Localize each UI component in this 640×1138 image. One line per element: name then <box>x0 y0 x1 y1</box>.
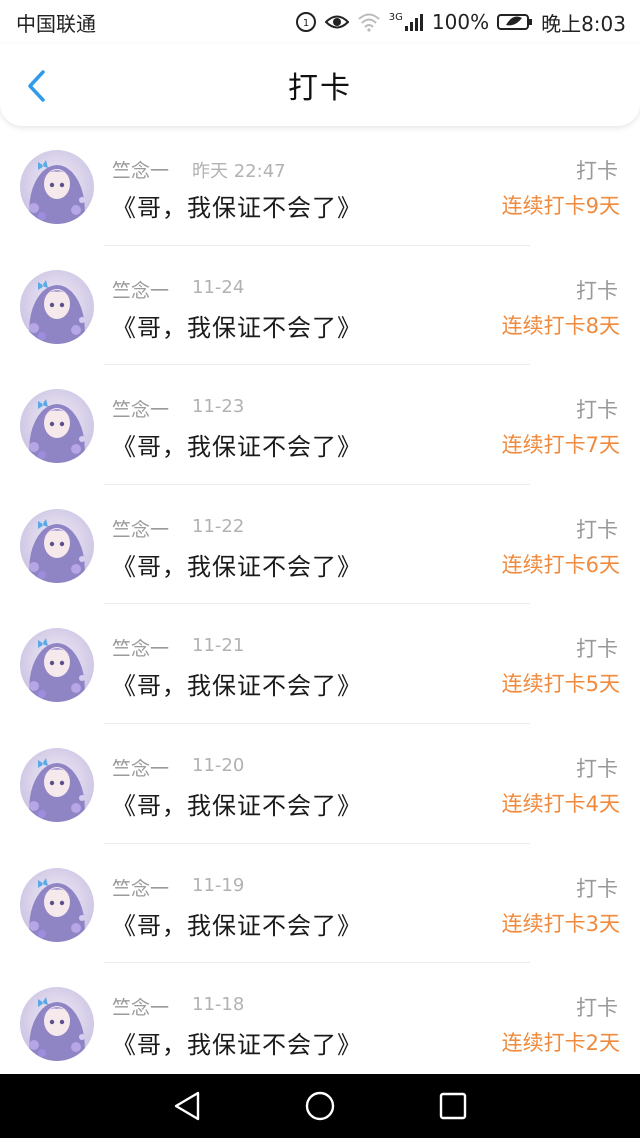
avatar[interactable] <box>20 628 94 703</box>
checkin-time: 11-19 <box>192 874 245 896</box>
network-label: 3G <box>388 12 403 23</box>
avatar[interactable] <box>20 389 94 464</box>
back-button[interactable] <box>18 66 54 106</box>
checkin-row[interactable]: 竺念一 11-24 《哥，我保证不会了》 打卡 连续打卡8天 <box>0 246 640 366</box>
checkin-tag: 打卡 <box>576 996 618 1021</box>
checkin-content: 《哥，我保证不会了》 <box>112 313 362 342</box>
checkin-tag: 打卡 <box>576 876 618 901</box>
avatar[interactable] <box>20 867 94 942</box>
user-name: 竺念一 <box>112 160 170 182</box>
checkin-content: 《哥，我保证不会了》 <box>112 791 362 820</box>
system-recents-button[interactable] <box>433 1086 473 1126</box>
data-saver-icon: 1 <box>295 11 317 33</box>
checkin-tag: 打卡 <box>576 398 618 423</box>
checkin-tag: 打卡 <box>576 278 618 303</box>
checkin-time: 11-24 <box>192 276 245 298</box>
top-nav-bar: 打卡 <box>0 44 640 126</box>
avatar[interactable] <box>20 747 94 822</box>
checkin-time: 11-23 <box>192 396 245 418</box>
status-icons: 1 3G 100% 晚上8:03 <box>295 8 626 37</box>
user-name: 竺念一 <box>112 757 170 780</box>
checkin-content: 《哥，我保证不会了》 <box>112 911 362 940</box>
checkin-time: 11-18 <box>192 994 245 1016</box>
streak-label: 连续打卡2天 <box>501 1031 620 1056</box>
system-nav-bar <box>0 1074 640 1138</box>
user-name: 竺念一 <box>112 279 170 302</box>
checkin-tag: 打卡 <box>576 756 618 781</box>
checkin-tag: 打卡 <box>576 159 618 183</box>
system-home-button[interactable] <box>300 1086 340 1126</box>
streak-label: 连续打卡8天 <box>501 313 620 338</box>
user-name: 竺念一 <box>112 399 170 422</box>
carrier-label: 中国联通 <box>16 11 96 36</box>
checkin-row[interactable]: 竺念一 11-18 《哥，我保证不会了》 打卡 连续打卡2天 <box>0 963 640 1083</box>
checkin-tag: 打卡 <box>576 637 618 662</box>
wifi-icon <box>357 12 381 32</box>
avatar[interactable] <box>20 987 94 1062</box>
checkin-time: 昨天 22:47 <box>192 161 286 182</box>
user-name: 竺念一 <box>112 638 170 661</box>
checkin-row[interactable]: 竺念一 11-23 《哥，我保证不会了》 打卡 连续打卡7天 <box>0 365 640 485</box>
status-bar: 中国联通 1 3G 100% 晚上8:03 <box>0 0 640 44</box>
checkin-row[interactable]: 竺念一 11-20 《哥，我保证不会了》 打卡 连续打卡4天 <box>0 724 640 844</box>
checkin-content: 《哥，我保证不会了》 <box>112 672 362 701</box>
checkin-row[interactable]: 竺念一 11-21 《哥，我保证不会了》 打卡 连续打卡5天 <box>0 604 640 724</box>
avatar[interactable] <box>20 508 94 583</box>
checkin-tag: 打卡 <box>576 517 618 542</box>
checkin-list: 竺念一 昨天 22:47 《哥，我保证不会了》 打卡 连续打卡9天 竺念一 11… <box>0 126 640 1083</box>
system-back-button[interactable] <box>167 1086 207 1126</box>
user-name: 竺念一 <box>112 877 170 900</box>
checkin-content: 《哥，我保证不会了》 <box>112 1031 362 1060</box>
streak-label: 连续打卡7天 <box>501 433 620 458</box>
checkin-row[interactable]: 竺念一 11-19 《哥，我保证不会了》 打卡 连续打卡3天 <box>0 844 640 964</box>
checkin-time: 11-22 <box>192 515 245 537</box>
checkin-content: 《哥，我保证不会了》 <box>112 433 362 462</box>
circle-home-icon <box>305 1091 335 1121</box>
chevron-left-icon <box>28 70 45 102</box>
eye-icon <box>324 13 349 31</box>
battery-percent: 100% <box>431 10 490 34</box>
avatar[interactable] <box>20 150 94 224</box>
user-name: 竺念一 <box>112 518 170 541</box>
clock-label: 晚上8:03 <box>541 11 626 36</box>
checkin-time: 11-20 <box>192 754 245 776</box>
streak-label: 连续打卡9天 <box>501 194 620 218</box>
page-title: 打卡 <box>288 71 352 106</box>
battery-icon <box>497 13 533 31</box>
checkin-time: 11-21 <box>192 635 245 657</box>
streak-label: 连续打卡5天 <box>501 672 620 697</box>
checkin-content: 《哥，我保证不会了》 <box>112 194 362 222</box>
streak-label: 连续打卡3天 <box>501 911 620 936</box>
svg-text:1: 1 <box>303 18 309 29</box>
checkin-row[interactable]: 竺念一 昨天 22:47 《哥，我保证不会了》 打卡 连续打卡9天 <box>0 126 640 246</box>
streak-label: 连续打卡6天 <box>501 552 620 577</box>
checkin-content: 《哥，我保证不会了》 <box>112 552 362 581</box>
checkin-row[interactable]: 竺念一 11-22 《哥，我保证不会了》 打卡 连续打卡6天 <box>0 485 640 605</box>
user-name: 竺念一 <box>112 997 170 1020</box>
triangle-back-icon <box>174 1091 199 1121</box>
signal-icon: 3G <box>389 12 424 32</box>
avatar[interactable] <box>20 269 94 344</box>
streak-label: 连续打卡4天 <box>501 791 620 816</box>
square-recents-icon <box>440 1092 467 1120</box>
